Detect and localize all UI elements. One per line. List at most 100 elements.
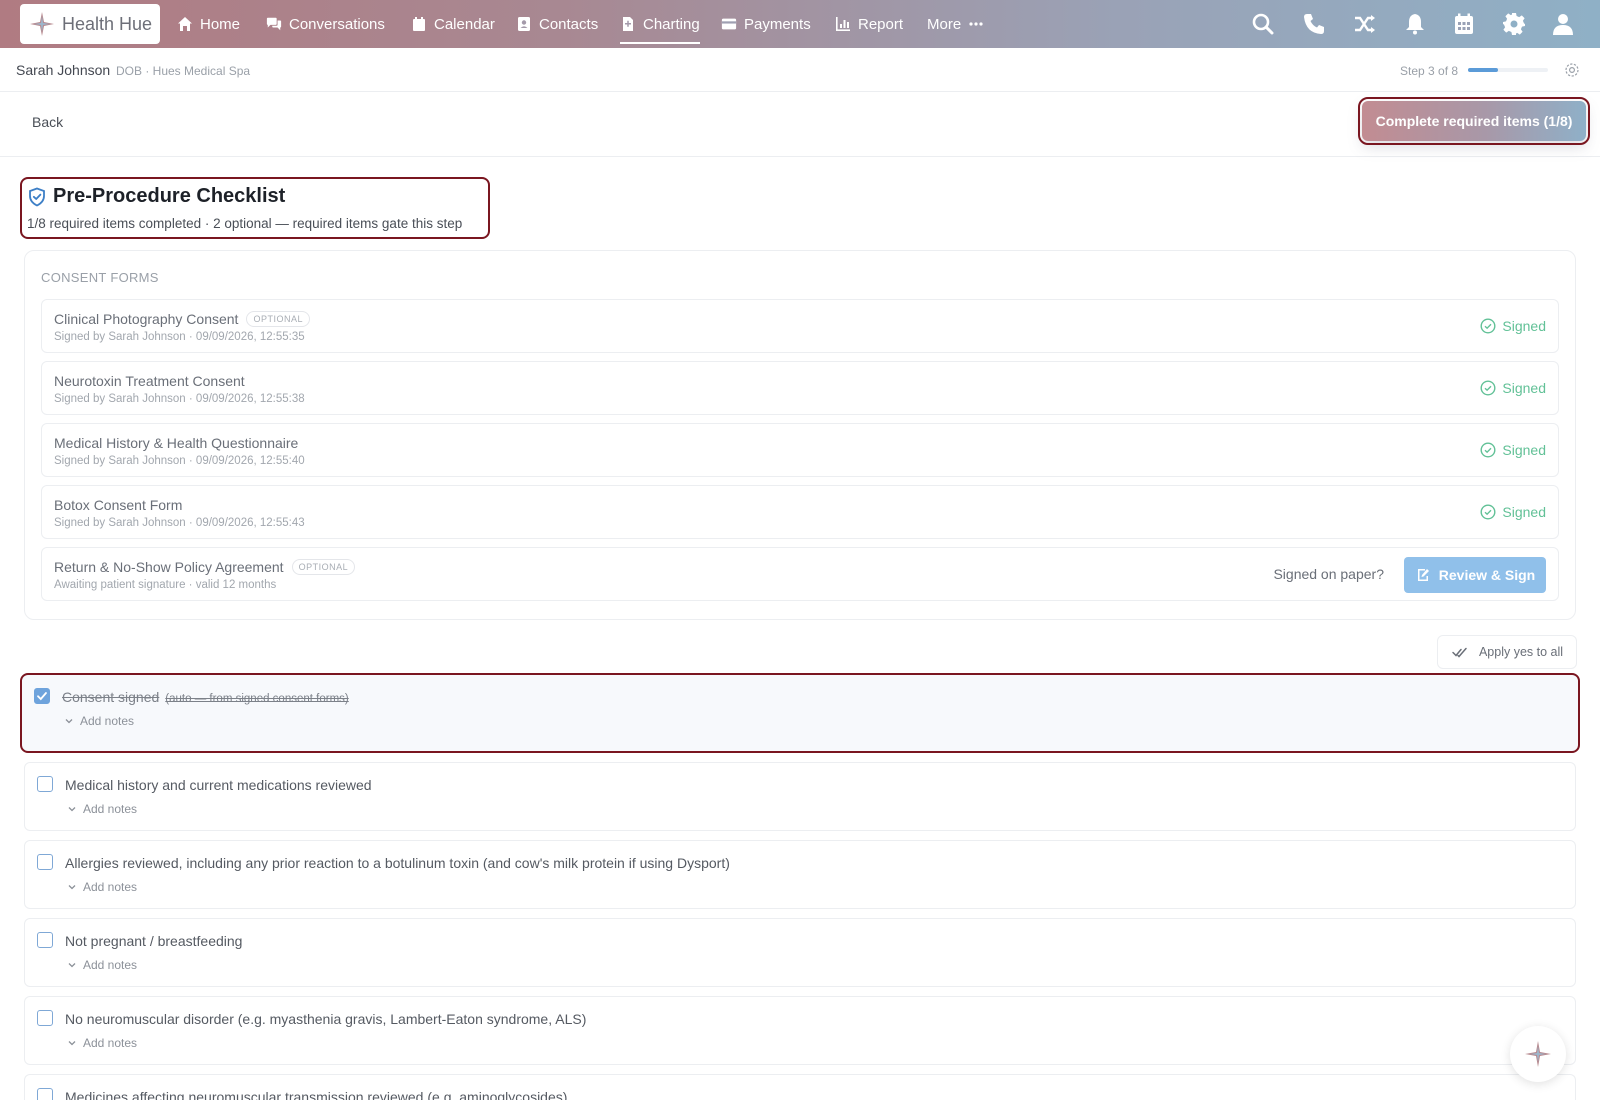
step-progress-bar [1468, 68, 1548, 72]
calendar-grid-icon[interactable] [1452, 12, 1476, 36]
shuffle-icon[interactable] [1353, 12, 1377, 36]
signed-label: Signed [1502, 318, 1546, 334]
consent-form-title: Return & No-Show Policy Agreement OPTION… [54, 559, 356, 575]
consent-form-row[interactable]: Botox Consent Form Signed by Sarah Johns… [41, 485, 1559, 539]
shield-check-icon [29, 187, 45, 207]
checklist-summary: 1/8 required items completed · 2 optiona… [27, 216, 463, 231]
chevron-down-icon [68, 807, 76, 812]
check-circle-icon [1480, 380, 1496, 396]
nav-payments[interactable]: Payments [721, 0, 811, 48]
checklist-header: Pre-Procedure Checklist 1/8 required ite… [20, 177, 490, 239]
add-notes-label: Add notes [83, 880, 138, 894]
add-notes-toggle[interactable]: Add notes [67, 802, 137, 816]
add-notes-label: Add notes [83, 1036, 138, 1050]
consent-form-meta: Signed by Sarah Johnson · 09/09/2026, 12… [54, 455, 305, 467]
step-indicator: Step 3 of 8 [1400, 64, 1459, 78]
review-and-sign-button[interactable]: Review & Sign [1404, 557, 1546, 593]
consent-form-row: Return & No-Show Policy Agreement OPTION… [41, 547, 1559, 601]
gear-icon[interactable] [1502, 12, 1526, 36]
add-notes-toggle[interactable]: Add notes [67, 1036, 137, 1050]
nav-contacts-label: Contacts [539, 15, 599, 33]
item-label: Medical history and current medications … [65, 777, 372, 793]
add-notes-label: Add notes [83, 802, 138, 816]
consent-form-row[interactable]: Clinical Photography Consent OPTIONAL Si… [41, 299, 1559, 353]
action-bar: Back Complete required items (1/8) [0, 92, 1600, 157]
settings-gear-icon[interactable] [1563, 61, 1581, 79]
add-notes-label: Add notes [80, 714, 135, 728]
consent-form-title: Clinical Photography Consent OPTIONAL [54, 311, 310, 327]
nav-calendar[interactable]: Calendar [411, 0, 495, 48]
add-notes-toggle[interactable]: Add notes [64, 714, 134, 728]
consent-form-meta: Awaiting patient signature · valid 12 mo… [54, 579, 277, 591]
brand-logo[interactable]: Health Hue [20, 4, 160, 44]
item-label: No neuromuscular disorder (e.g. myasthen… [65, 1011, 587, 1027]
patient-bar: Sarah Johnson DOB · Hues Medical Spa Ste… [0, 48, 1600, 92]
bell-icon[interactable] [1403, 12, 1427, 36]
chevron-down-icon [68, 963, 76, 968]
contacts-icon [518, 17, 530, 31]
nav-calendar-label: Calendar [434, 15, 495, 33]
consent-form-meta: Signed by Sarah Johnson · 09/09/2026, 12… [54, 393, 305, 405]
check-circle-icon [1480, 318, 1496, 334]
assistant-fab-button[interactable] [1510, 1026, 1566, 1082]
nav-home-label: Home [200, 15, 241, 33]
top-navigation: Health Hue Home Conversations Calendar C… [0, 0, 1600, 48]
consent-form-row[interactable]: Medical History & Health Questionnaire S… [41, 423, 1559, 477]
item-label: Consent signed [62, 689, 160, 705]
logo-mark-icon [30, 12, 54, 36]
phone-icon[interactable] [1302, 12, 1326, 36]
apply-yes-label: Apply yes to all [1478, 645, 1564, 659]
consent-form-name: Return & No-Show Policy Agreement [54, 559, 284, 575]
calendar-icon [413, 17, 425, 31]
signed-status: Signed [1480, 442, 1546, 458]
add-notes-toggle[interactable]: Add notes [67, 958, 137, 972]
item-checkbox[interactable] [37, 1088, 53, 1100]
nav-charting[interactable]: Charting [620, 0, 700, 48]
optional-badge: OPTIONAL [246, 311, 310, 327]
item-checkbox[interactable] [34, 688, 50, 704]
chevron-down-icon [68, 885, 76, 890]
signed-on-paper-link[interactable]: Signed on paper? [1273, 566, 1384, 582]
consent-forms-card: CONSENT FORMS Clinical Photography Conse… [24, 250, 1576, 620]
nav-contacts[interactable]: Contacts [516, 0, 598, 48]
apply-yes-to-all-button[interactable]: Apply yes to all [1437, 635, 1577, 669]
consent-form-row[interactable]: Neurotoxin Treatment Consent Signed by S… [41, 361, 1559, 415]
nav-conversations-label: Conversations [289, 15, 385, 33]
double-check-icon [1452, 647, 1467, 658]
back-button[interactable]: Back [32, 114, 63, 130]
signed-status: Signed [1480, 504, 1546, 520]
nav-conversations[interactable]: Conversations [266, 0, 385, 48]
sparkle-logo-icon [1525, 1041, 1551, 1067]
search-icon[interactable] [1251, 12, 1275, 36]
review-and-sign-label: Review & Sign [1438, 567, 1536, 583]
checklist-item: Not pregnant / breastfeeding Add notes [24, 918, 1576, 987]
checklist-item: No neuromuscular disorder (e.g. myasthen… [24, 996, 1576, 1065]
item-checkbox[interactable] [37, 932, 53, 948]
nav-home[interactable]: Home [177, 0, 240, 48]
user-icon[interactable] [1551, 12, 1575, 36]
signed-status: Signed [1480, 318, 1546, 334]
item-checkbox[interactable] [37, 1010, 53, 1026]
nav-report[interactable]: Report [835, 0, 903, 48]
consent-form-name: Neurotoxin Treatment Consent [54, 373, 245, 389]
item-checkbox[interactable] [37, 776, 53, 792]
item-label: Allergies reviewed, including any prior … [65, 855, 730, 871]
complete-required-button[interactable]: Complete required items (1/8) [1358, 97, 1590, 145]
item-checkbox[interactable] [37, 854, 53, 870]
add-notes-toggle[interactable]: Add notes [67, 880, 137, 894]
consent-form-name: Botox Consent Form [54, 497, 183, 513]
consent-form-title: Medical History & Health Questionnaire [54, 435, 298, 451]
brand-name: Health Hue [62, 13, 153, 34]
consent-form-name: Medical History & Health Questionnaire [54, 435, 299, 451]
chevron-down-icon [65, 719, 73, 724]
nav-more[interactable]: More [927, 0, 984, 48]
optional-badge: OPTIONAL [291, 559, 356, 575]
add-notes-label: Add notes [83, 958, 138, 972]
nav-more-label: More [927, 15, 962, 33]
more-icon [969, 22, 983, 26]
item-label-wrapper: Consent signed (auto — from signed consen… [62, 689, 349, 705]
checklist-item: Medical history and current medications … [24, 762, 1576, 831]
item-label: Medicines affecting neuromuscular transm… [65, 1089, 568, 1100]
checkmark-icon [37, 692, 47, 701]
patient-name[interactable]: Sarah Johnson [16, 62, 110, 78]
